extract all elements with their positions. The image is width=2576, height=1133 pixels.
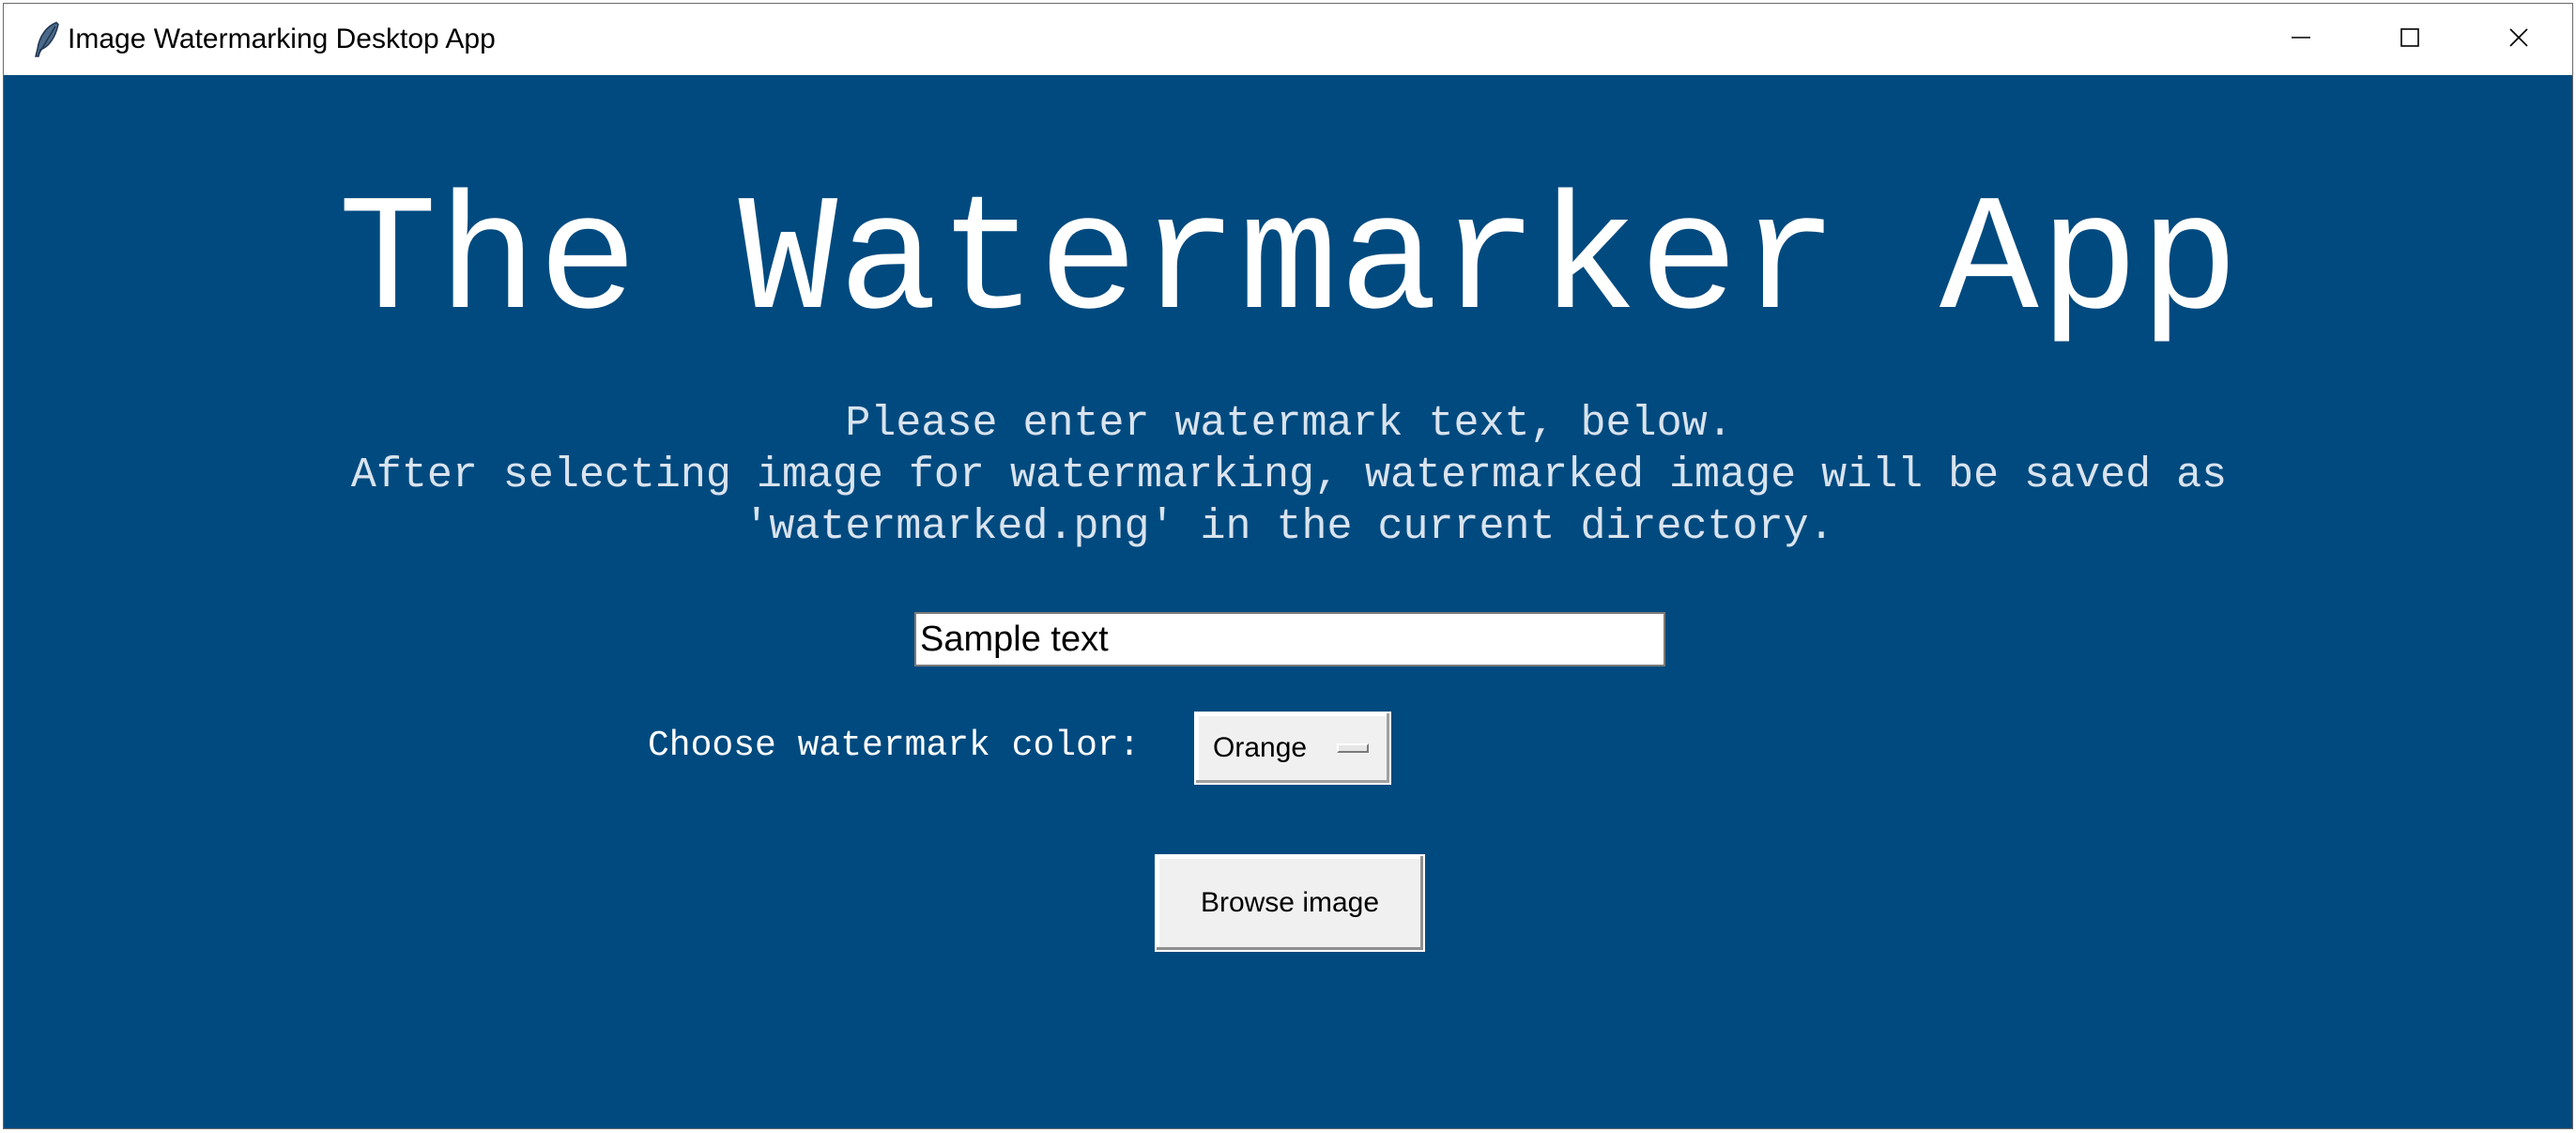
maximize-icon [2399, 26, 2421, 54]
color-label: Choose watermark color: [648, 726, 1141, 766]
feather-icon [30, 21, 62, 58]
color-dropdown[interactable]: Orange [1194, 712, 1391, 785]
instruction-line: After selecting image for watermarking, … [350, 452, 2228, 499]
main-content: The Watermarker App Please enter waterma… [4, 75, 2572, 1128]
close-button[interactable] [2467, 4, 2570, 75]
browse-image-button[interactable]: Browse image [1155, 854, 1425, 952]
browse-image-button-label: Browse image [1200, 887, 1380, 918]
title-bar[interactable]: Image Watermarking Desktop App [4, 4, 2572, 75]
watermark-text-input[interactable] [914, 612, 1665, 666]
instruction-line: 'watermarked.png' in the current directo… [744, 503, 1834, 551]
minimize-button[interactable] [2249, 4, 2353, 75]
maximize-button[interactable] [2358, 4, 2461, 75]
minimize-icon [2290, 26, 2312, 54]
app-window: Image Watermarking Desktop App The Water… [3, 3, 2573, 1129]
color-dropdown-value: Orange [1213, 732, 1308, 763]
instructions-text: Please enter watermark text, below. Afte… [4, 398, 2574, 553]
window-title: Image Watermarking Desktop App [68, 23, 496, 54]
dropdown-indicator-icon [1337, 743, 1369, 753]
instruction-line: Please enter watermark text, below. [845, 400, 1733, 448]
close-icon [2507, 26, 2530, 54]
page-title: The Watermarker App [338, 169, 2240, 357]
